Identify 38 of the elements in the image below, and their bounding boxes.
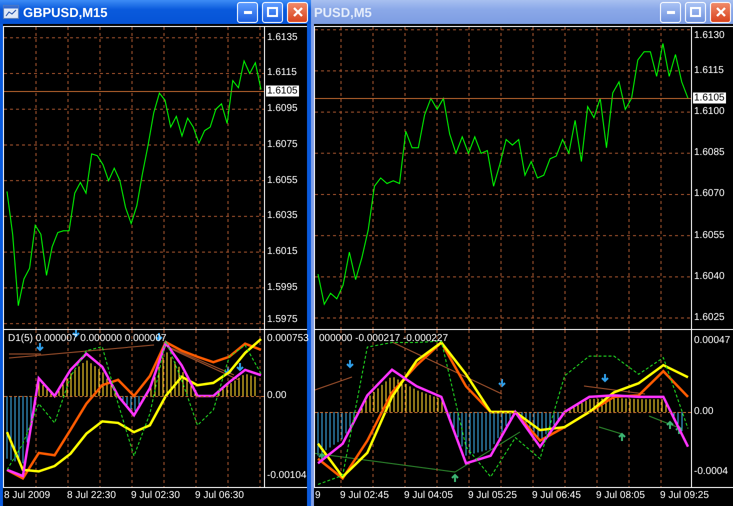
price-axis-label: 1.5995 xyxy=(267,282,298,294)
price-axis-label: 1.6085 xyxy=(694,147,725,160)
time-axis-label: 9 Jul 02:45 xyxy=(340,490,389,501)
window-title: PUSD,M5 xyxy=(314,4,373,20)
current-price-tag: 1.6105 xyxy=(266,86,299,97)
time-axis-label: 9 Jul 05:25 xyxy=(468,490,517,501)
price-axis-label: 1.6100 xyxy=(694,106,725,118)
time-axis-label: 9 Jul 08:05 xyxy=(596,490,645,501)
time-axis-label: 9 xyxy=(315,490,321,501)
price-axis-label: 1.6055 xyxy=(694,230,725,242)
time-axis-label: 9 Jul 06:45 xyxy=(532,490,581,501)
indicator-axis-label: 0.00 xyxy=(267,390,286,402)
price-axis-label: 1.6115 xyxy=(267,67,297,80)
price-axis-label: 1.6075 xyxy=(267,138,298,151)
indicator-legend: 000000 -0.000217 -0.000227 xyxy=(318,333,450,344)
price-axis-label: 1.6070 xyxy=(694,188,725,200)
time-axis-label: 9 Jul 04:05 xyxy=(404,490,453,501)
price-axis-label: 1.6040 xyxy=(694,270,725,283)
indicator-axis-label: -0.0004 xyxy=(694,466,728,478)
time-axis-label: 8 Jul 2009 xyxy=(4,490,50,501)
price-axis-label: 1.6015 xyxy=(267,246,298,258)
price-axis-label: 1.6025 xyxy=(694,312,725,324)
current-price-tag: 1.6105 xyxy=(693,92,726,104)
window-title: GBPUSD,M15 xyxy=(23,4,109,20)
time-axis-label: 9 Jul 02:30 xyxy=(131,490,180,501)
time-axis-label: 9 Jul 06:30 xyxy=(195,490,244,501)
indicator-axis-label: 0.00 xyxy=(694,406,714,418)
price-axis-label: 1.6095 xyxy=(267,103,298,116)
price-axis-label: 1.6055 xyxy=(267,174,298,187)
price-axis-label: 1.6115 xyxy=(694,64,724,77)
price-axis-label: 1.6035 xyxy=(267,210,298,222)
price-axis-label: 1.6130 xyxy=(694,30,725,42)
time-axis-label: 8 Jul 22:30 xyxy=(67,490,116,501)
time-axis-label: 9 Jul 09:25 xyxy=(660,490,709,501)
price-axis-label: 1.6135 xyxy=(267,32,298,44)
indicator-axis-label: -0.00104 xyxy=(267,470,306,482)
indicator-axis-label: 0.00047 xyxy=(694,335,730,348)
price-axis-label: 1.5975 xyxy=(267,314,298,326)
